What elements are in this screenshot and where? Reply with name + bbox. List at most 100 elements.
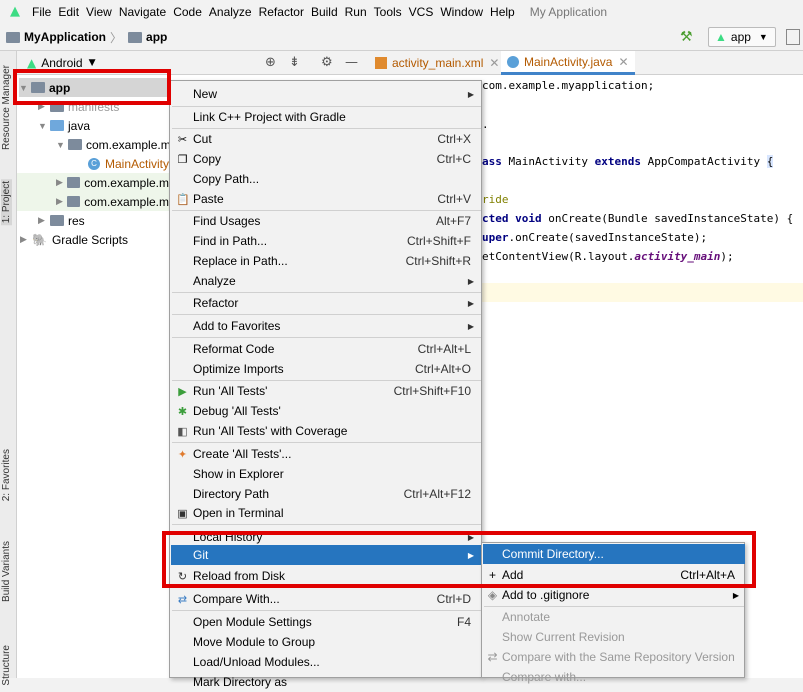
view-mode-select[interactable]: Android: [41, 56, 82, 70]
menu-item-run-coverage[interactable]: ◧ Run 'All Tests' with Coverage: [171, 421, 482, 441]
tree-item-res[interactable]: ▶ res: [38, 211, 85, 230]
menu-file[interactable]: File: [32, 5, 51, 19]
menu-bar: ▲ File Edit View Navigate Code Analyze R…: [0, 0, 803, 24]
breadcrumb-module[interactable]: app: [128, 30, 167, 44]
tab-activity-main-xml[interactable]: activity_main.xml ✕: [375, 51, 499, 75]
menu-item-add-gitignore[interactable]: ◈ Add to .gitignore ▶: [483, 585, 745, 605]
menu-item-debug-tests[interactable]: ✱ Debug 'All Tests': [171, 401, 482, 421]
menu-shortcut: Ctrl+D: [436, 592, 471, 606]
breadcrumb-project-label: MyApplication: [24, 30, 107, 44]
menu-item-refactor[interactable]: Refactor ▶: [171, 293, 482, 313]
menu-item-paste[interactable]: 📋 Paste Ctrl+V: [171, 189, 482, 209]
menu-label: Git: [193, 548, 209, 562]
menu-view[interactable]: View: [86, 5, 112, 19]
menu-window[interactable]: Window: [440, 5, 483, 19]
xml-file-icon: [375, 57, 387, 69]
menu-item-link-cpp[interactable]: Link C++ Project with Gradle: [171, 107, 482, 127]
expand-arrow-icon: ▶: [20, 234, 27, 244]
menu-item-find-in-path[interactable]: Find in Path... Ctrl+Shift+F: [171, 231, 482, 251]
menu-item-copy[interactable]: ❐ Copy Ctrl+C: [171, 149, 482, 169]
menu-item-copy-path[interactable]: Copy Path...: [171, 169, 482, 189]
package-icon: [67, 196, 81, 207]
menu-navigate[interactable]: Navigate: [119, 5, 166, 19]
context-menu: New ▶ Link C++ Project with Gradle ✂ Cut Ct…: [169, 80, 482, 689]
menu-item-git-add[interactable]: + Add Ctrl+Alt+A: [483, 565, 745, 585]
menu-vcs[interactable]: VCS: [409, 5, 434, 19]
menu-label: Annotate: [502, 610, 551, 624]
close-icon[interactable]: ✕: [618, 55, 628, 69]
breadcrumb-project[interactable]: MyApplication: [6, 30, 106, 44]
menu-item-reload-disk[interactable]: ↻ Reload from Disk: [171, 566, 482, 586]
menu-edit[interactable]: Edit: [58, 5, 79, 19]
menu-item-find-usages[interactable]: Find Usages Alt+F7: [171, 211, 482, 231]
menu-item-run-tests[interactable]: ▶ Run 'All Tests' Ctrl+Shift+F10: [171, 381, 482, 401]
close-icon[interactable]: ✕: [489, 56, 499, 70]
menu-analyze[interactable]: Analyze: [209, 5, 252, 19]
menu-item-load-unload[interactable]: Load/Unload Modules...: [171, 652, 482, 672]
menu-item-move-module[interactable]: Move Module to Group: [171, 632, 482, 652]
menu-help[interactable]: Help: [490, 5, 515, 19]
run-config-select[interactable]: ▲ app ▼: [708, 27, 776, 47]
menu-label: Show in Explorer: [193, 467, 284, 481]
submenu-arrow-icon: ▶: [467, 532, 474, 542]
resource-manager-tab[interactable]: Resource Manager: [1, 65, 12, 150]
tree-item-label: java: [68, 118, 91, 133]
menu-item-new[interactable]: New ▶: [171, 84, 482, 104]
menu-item-directory-path[interactable]: Directory Path Ctrl+Alt+F12: [171, 484, 482, 504]
menu-item-mark-directory[interactable]: Mark Directory as: [171, 672, 482, 692]
create-tests-icon: ✦: [177, 448, 188, 461]
menu-refactor[interactable]: Refactor: [259, 5, 304, 19]
menu-label: Directory Path: [193, 487, 270, 501]
menu-item-local-history[interactable]: Local History ▶: [171, 527, 482, 547]
res-folder-icon: [50, 215, 64, 226]
paste-icon: 📋: [176, 193, 190, 206]
tree-item-package-test[interactable]: ▶ com.example.m: [17, 192, 169, 211]
build-variants-tool-tab[interactable]: Build Variants: [1, 541, 12, 602]
tree-item-manifests[interactable]: ▶ manifests: [38, 97, 119, 116]
project-tool-tab[interactable]: 1: Project: [1, 179, 12, 226]
device-icon[interactable]: [786, 29, 800, 45]
tree-item-package-androidtest[interactable]: ▶ com.example.m: [17, 173, 169, 192]
menu-label: Replace in Path...: [193, 254, 288, 268]
menu-label: Copy: [193, 152, 222, 166]
tree-item-java[interactable]: ▼ java: [38, 116, 90, 135]
tree-item-package[interactable]: ▼ com.example.m: [56, 135, 171, 154]
menu-build[interactable]: Build: [311, 5, 338, 19]
tree-item-app[interactable]: ▼ app: [19, 78, 169, 97]
tree-item-gradle-scripts[interactable]: ▶ 🐘 Gradle Scripts: [20, 230, 128, 249]
menu-item-create-tests[interactable]: ✦ Create 'All Tests'...: [171, 444, 482, 464]
collapse-all-icon[interactable]: ⇟: [289, 55, 300, 70]
structure-tool-tab[interactable]: Structure: [1, 645, 12, 686]
menu-shortcut: Ctrl+V: [437, 192, 471, 206]
project-panel-header: ▲ Android ▼ ⊕ ⇟ ⚙ —: [17, 51, 367, 75]
menu-code[interactable]: Code: [173, 5, 202, 19]
menu-item-compare-with[interactable]: ⇄ Compare With... Ctrl+D: [171, 589, 482, 609]
menu-item-git[interactable]: Git ▶: [171, 545, 482, 565]
favorites-tool-tab[interactable]: 2: Favorites: [1, 449, 12, 501]
menu-separator: [172, 337, 481, 338]
gitignore-icon: ◈: [487, 588, 498, 602]
menu-item-show-explorer[interactable]: Show in Explorer: [171, 464, 482, 484]
gear-icon[interactable]: ⚙: [321, 55, 333, 70]
menu-shortcut: Ctrl+C: [436, 152, 471, 166]
coverage-icon: ◧: [177, 425, 188, 438]
menu-tools[interactable]: Tools: [374, 5, 402, 19]
menu-label: Refactor: [193, 296, 239, 310]
menu-item-open-terminal[interactable]: ▣ Open in Terminal: [171, 503, 482, 523]
menu-item-add-favorites[interactable]: Add to Favorites ▶: [171, 316, 482, 336]
menu-item-module-settings[interactable]: Open Module Settings F4: [171, 612, 482, 632]
locate-icon[interactable]: ⊕: [265, 55, 276, 70]
menu-item-optimize-imports[interactable]: Optimize Imports Ctrl+Alt+O: [171, 359, 482, 379]
menu-item-analyze[interactable]: Analyze ▶: [171, 271, 482, 291]
minimize-icon[interactable]: —: [345, 55, 358, 70]
tree-item-label: MainActivity: [105, 156, 170, 171]
menu-item-reformat[interactable]: Reformat Code Ctrl+Alt+L: [171, 339, 482, 359]
menu-run[interactable]: Run: [345, 5, 367, 19]
menu-item-commit-directory[interactable]: Commit Directory...: [483, 544, 745, 564]
build-hammer-icon[interactable]: ⚒: [680, 29, 693, 45]
tree-item-mainactivity[interactable]: C MainActivity: [88, 154, 169, 173]
tab-mainactivity-java[interactable]: MainActivity.java ✕: [501, 51, 635, 75]
menu-item-cut[interactable]: ✂ Cut Ctrl+X: [171, 129, 482, 149]
menu-item-replace-in-path[interactable]: Replace in Path... Ctrl+Shift+R: [171, 251, 482, 271]
reload-icon: ↻: [177, 570, 188, 583]
